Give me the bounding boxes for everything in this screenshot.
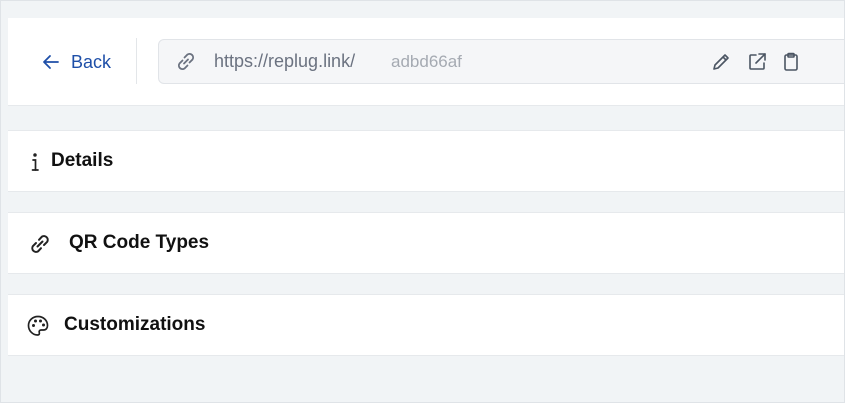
copy-link-button[interactable] [780, 51, 802, 73]
short-url-box: https://replug.link/ adbd66af [158, 39, 844, 84]
arrow-left-icon [43, 55, 59, 69]
url-prefix: https://replug.link/ [214, 51, 356, 71]
section-label-details: Details [51, 150, 114, 171]
back-label: Back [71, 51, 112, 72]
top-bar: Back https://replug.link/ adbd66af [8, 18, 844, 106]
palette-icon [27, 315, 49, 336]
info-icon [31, 153, 39, 171]
url-slug[interactable]: adbd66af [391, 52, 462, 72]
link-icon [178, 53, 194, 70]
back-button[interactable]: Back [41, 48, 111, 76]
section-label-qr-code-types: QR Code Types [69, 232, 210, 253]
page-frame: Back https://replug.link/ adbd66af Detai… [0, 0, 845, 403]
pencil-icon [713, 54, 729, 70]
section-details[interactable]: Details [8, 130, 844, 192]
edit-slug-button[interactable] [710, 51, 732, 73]
open-link-button[interactable] [746, 51, 768, 73]
link-icon [31, 235, 49, 253]
clipboard-icon [784, 52, 798, 71]
header-divider [136, 38, 137, 84]
section-customizations[interactable]: Customizations [8, 294, 844, 356]
section-qr-code-types[interactable]: QR Code Types [8, 212, 844, 274]
external-link-icon [749, 53, 766, 70]
section-label-customizations: Customizations [64, 314, 206, 335]
